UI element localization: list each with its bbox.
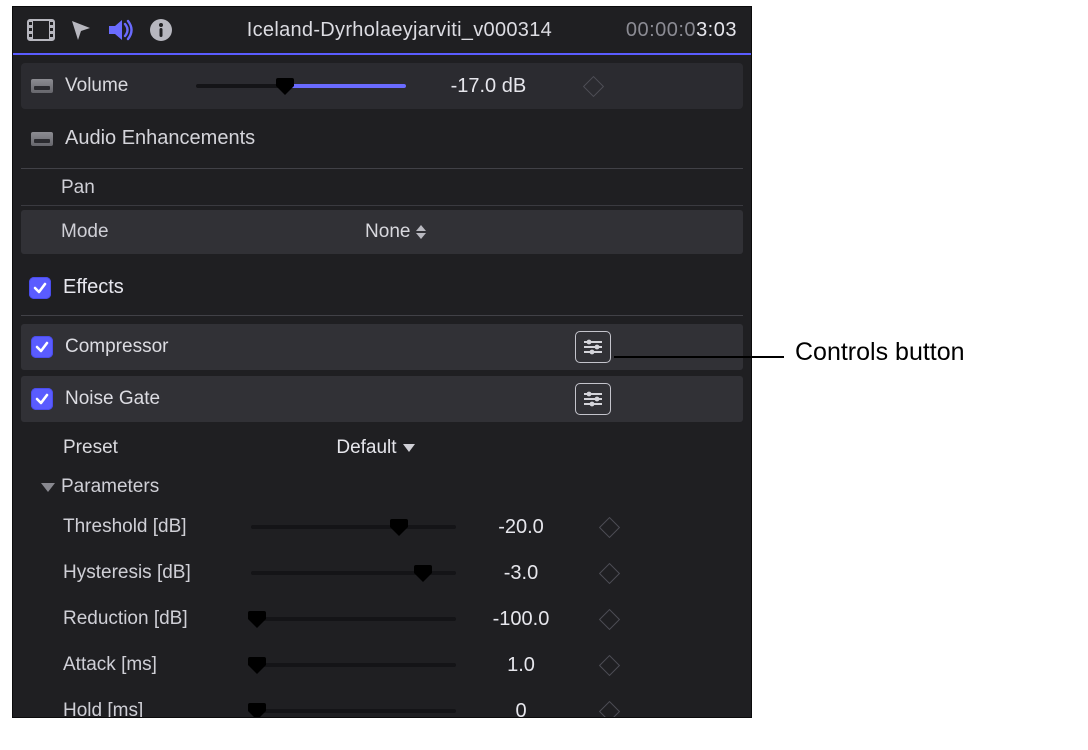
noise-gate-controls-button[interactable]	[575, 383, 611, 415]
effects-label: Effects	[63, 276, 124, 299]
clip-title: Iceland-Dyrholaeyjarviti_v000314	[187, 19, 612, 42]
parameter-value[interactable]: 1.0	[456, 654, 586, 677]
volume-section: Volume -17.0 dB	[21, 63, 743, 109]
timecode-bright: 3:03	[696, 19, 737, 41]
noise-gate-label: Noise Gate	[65, 388, 563, 410]
parameter-label: Threshold [dB]	[63, 516, 251, 538]
keyframe-icon[interactable]	[583, 75, 604, 96]
compressor-label: Compressor	[65, 336, 563, 358]
info-tab-icon[interactable]	[149, 18, 173, 42]
generators-tab-icon[interactable]	[69, 18, 93, 42]
audio-enhancements-section: Audio Enhancements Pan Mode None	[21, 123, 743, 254]
volume-value[interactable]: -17.0 dB	[418, 75, 558, 98]
compressor-controls-button[interactable]	[575, 331, 611, 363]
preset-value: Default	[336, 437, 396, 459]
updown-caret-icon	[416, 225, 426, 239]
parameter-row: Reduction [dB] -100.0	[21, 596, 743, 642]
parameter-slider[interactable]	[251, 610, 456, 628]
parameter-value[interactable]: -20.0	[456, 516, 586, 539]
drag-handle-icon[interactable]	[31, 132, 53, 146]
parameter-label: Attack [ms]	[63, 654, 251, 676]
preset-select[interactable]: Default	[118, 437, 743, 459]
parameter-label: Hysteresis [dB]	[63, 562, 251, 584]
pan-label: Pan	[21, 169, 743, 205]
parameter-value[interactable]: 0	[456, 700, 586, 719]
audio-inspector-panel: Iceland-Dyrholaeyjarviti_v000314 00:00:0…	[12, 6, 752, 718]
parameter-slider[interactable]	[251, 518, 456, 536]
audio-tab-icon[interactable]	[107, 18, 135, 42]
parameter-row: Attack [ms] 1.0	[21, 642, 743, 688]
parameter-slider[interactable]	[251, 702, 456, 718]
volume-slider[interactable]	[196, 77, 406, 95]
effects-checkbox[interactable]	[29, 277, 51, 299]
noise-gate-checkbox[interactable]	[31, 388, 53, 410]
compressor-checkbox[interactable]	[31, 336, 53, 358]
keyframe-icon[interactable]	[598, 608, 619, 629]
effects-section: Effects Compressor	[21, 276, 743, 718]
keyframe-icon[interactable]	[598, 562, 619, 583]
callout-line	[614, 356, 784, 358]
effect-row-compressor: Compressor	[21, 324, 743, 370]
parameter-row: Hysteresis [dB] -3.0	[21, 550, 743, 596]
parameter-row: Threshold [dB] -20.0	[21, 504, 743, 550]
video-tab-icon[interactable]	[27, 19, 55, 41]
callout-text: Controls button	[795, 338, 965, 367]
noise-gate-preset-row: Preset Default	[21, 428, 743, 468]
inspector-header-tabs: Iceland-Dyrholaeyjarviti_v000314 00:00:0…	[13, 7, 751, 55]
pan-mode-value: None	[365, 221, 410, 243]
timecode-dim: 00:00:0	[626, 19, 696, 41]
clip-duration: 00:00:03:03	[626, 19, 737, 42]
parameter-value[interactable]: -3.0	[456, 562, 586, 585]
keyframe-icon[interactable]	[598, 516, 619, 537]
chevron-down-icon	[403, 444, 415, 452]
parameter-row: Hold [ms] 0	[21, 688, 743, 718]
effect-row-noise-gate: Noise Gate	[21, 376, 743, 422]
preset-label: Preset	[63, 437, 118, 459]
parameter-label: Reduction [dB]	[63, 608, 251, 630]
parameter-slider[interactable]	[251, 656, 456, 674]
parameter-label: Hold [ms]	[63, 700, 251, 718]
volume-label: Volume	[65, 75, 128, 97]
drag-handle-icon[interactable]	[31, 79, 53, 93]
pan-mode-select[interactable]: None	[109, 221, 683, 243]
disclosure-triangle-icon	[41, 483, 55, 492]
parameter-slider[interactable]	[251, 564, 456, 582]
audio-enhancements-label: Audio Enhancements	[65, 127, 255, 150]
pan-mode-label: Mode	[21, 221, 109, 243]
parameters-disclosure[interactable]: Parameters	[21, 468, 743, 504]
keyframe-icon[interactable]	[598, 700, 619, 718]
keyframe-icon[interactable]	[598, 654, 619, 675]
parameter-value[interactable]: -100.0	[456, 608, 586, 631]
pan-mode-row: Mode None	[21, 210, 743, 254]
parameters-label: Parameters	[61, 476, 159, 498]
